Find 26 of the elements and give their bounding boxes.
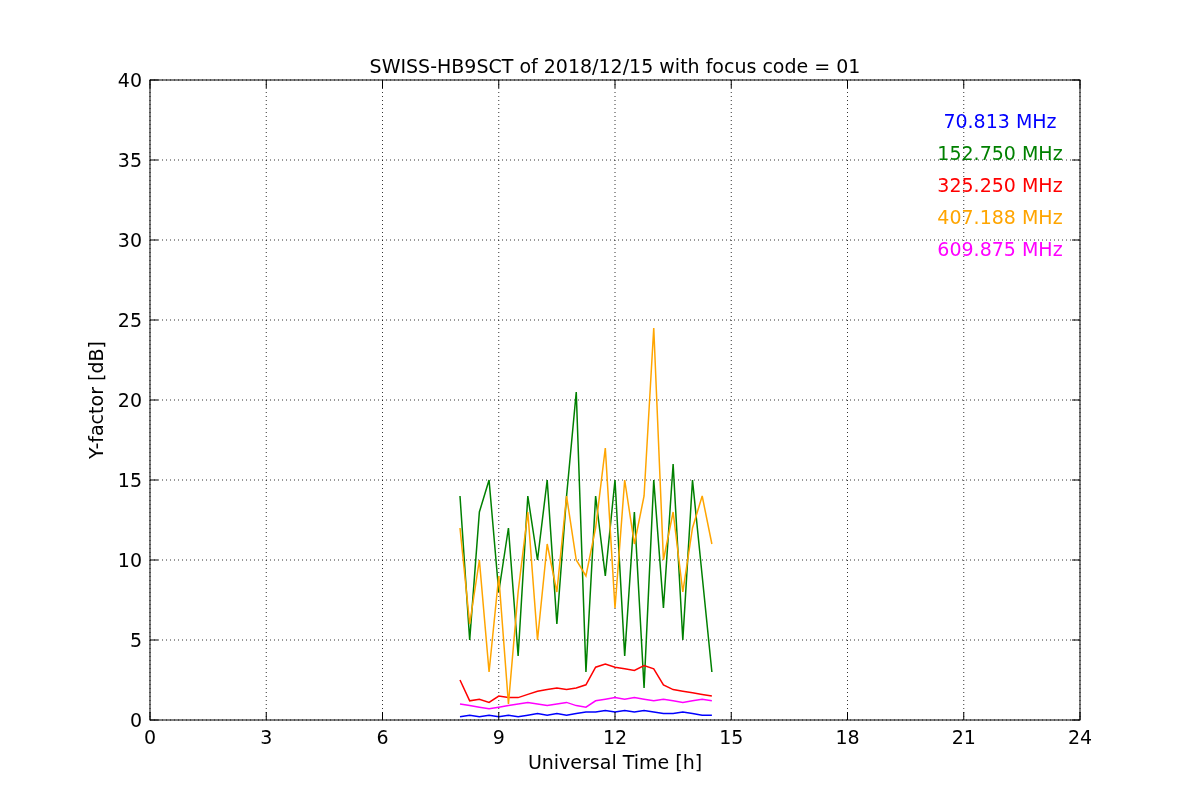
y-tick-label: 0: [129, 709, 142, 731]
x-tick-label: 15: [719, 726, 744, 748]
x-tick-label: 12: [602, 726, 628, 748]
legend-label: 70.813 MHz: [943, 110, 1057, 132]
y-axis-label: Y-factor [dB]: [85, 341, 107, 459]
y-tick-label: 20: [117, 389, 142, 411]
x-tick-label: 9: [492, 726, 505, 748]
chart-title: SWISS-HB9SCT of 2018/12/15 with focus code = 01: [369, 55, 861, 77]
y-tick-label: 10: [117, 549, 142, 571]
y-tick-label: 40: [117, 69, 142, 91]
legend-label: 407.188 MHz: [937, 206, 1063, 228]
x-tick-label: 24: [1067, 726, 1093, 748]
y-tick-label: 30: [117, 229, 142, 251]
x-tick-label: 0: [143, 726, 157, 748]
y-tick-label: 15: [117, 469, 142, 491]
x-tick-label: 6: [376, 726, 389, 748]
y-tick-label: 25: [117, 309, 142, 331]
y-tick-label: 5: [129, 629, 142, 651]
x-tick-label: 3: [260, 726, 273, 748]
x-axis-label: Universal Time [h]: [527, 751, 703, 773]
x-tick-label: 21: [951, 726, 976, 748]
legend-label: 325.250 MHz: [937, 174, 1063, 196]
legend-label: 152.750 MHz: [937, 142, 1063, 164]
x-tick-label: 18: [835, 726, 860, 748]
legend-label: 609.875 MHz: [937, 238, 1063, 260]
y-tick-label: 35: [117, 149, 142, 171]
